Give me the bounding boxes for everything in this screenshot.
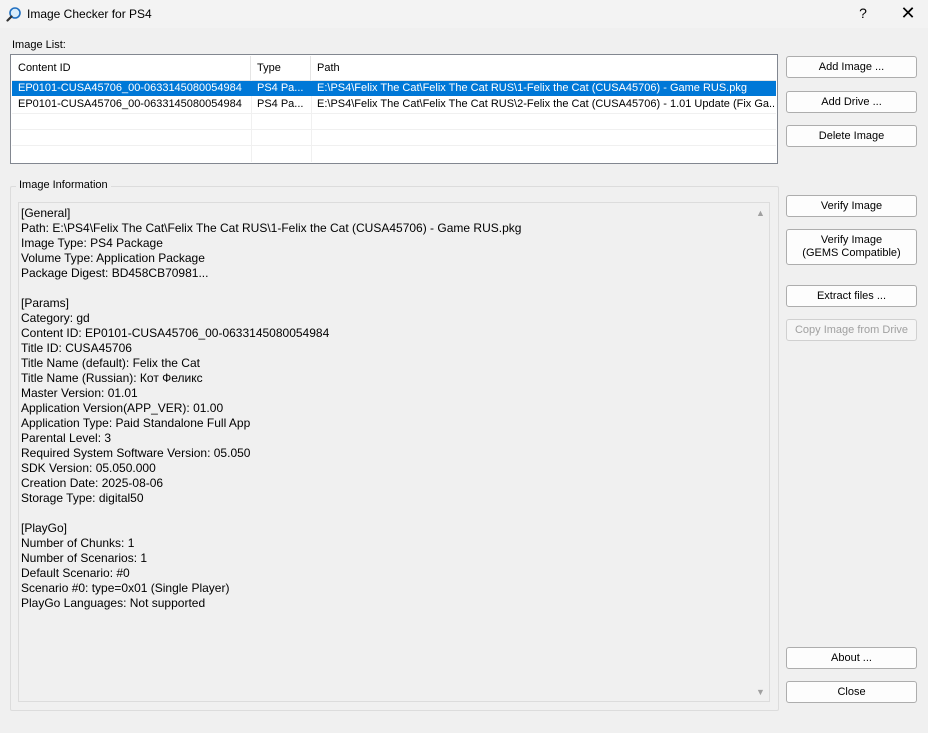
extract-files-button[interactable]: Extract files ... xyxy=(786,285,917,307)
cell-type: PS4 Pa... xyxy=(257,98,304,110)
verify-image-gems-button[interactable]: Verify Image (GEMS Compatible) xyxy=(786,229,917,265)
close-window-button[interactable]: ✕ xyxy=(888,0,928,26)
close-button[interactable]: Close xyxy=(786,681,917,703)
cell-content-id: EP0101-CUSA45706_00-0633145080054984 xyxy=(18,98,242,110)
verify-image-button[interactable]: Verify Image xyxy=(786,195,917,217)
column-header-content-id[interactable]: Content ID xyxy=(12,56,251,80)
row-divider xyxy=(12,145,776,146)
cell-path: E:\PS4\Felix The Cat\Felix The Cat RUS\2… xyxy=(317,98,774,110)
cell-path: E:\PS4\Felix The Cat\Felix The Cat RUS\1… xyxy=(317,82,747,94)
vertical-scrollbar[interactable]: ▲ ▼ xyxy=(752,203,769,701)
scroll-down-icon[interactable]: ▼ xyxy=(752,683,769,700)
delete-image-button[interactable]: Delete Image xyxy=(786,125,917,147)
table-row[interactable]: EP0101-CUSA45706_00-0633145080054984 PS4… xyxy=(12,97,776,112)
title-bar: Image Checker for PS4 ? ✕ xyxy=(0,0,928,28)
column-header-type[interactable]: Type xyxy=(251,56,311,80)
about-button[interactable]: About ... xyxy=(786,647,917,669)
image-information-text: [General] Path: E:\PS4\Felix The Cat\Fel… xyxy=(21,206,522,610)
window-title: Image Checker for PS4 xyxy=(27,7,152,21)
row-divider xyxy=(12,129,776,130)
add-image-button[interactable]: Add Image ... xyxy=(786,56,917,78)
column-header-path[interactable]: Path xyxy=(311,56,777,80)
verify-gems-label-line2: (GEMS Compatible) xyxy=(802,247,901,259)
cell-content-id: EP0101-CUSA45706_00-0633145080054984 xyxy=(18,82,242,94)
help-button[interactable]: ? xyxy=(843,0,883,26)
verify-gems-label-line1: Verify Image xyxy=(820,234,883,246)
image-list[interactable]: Content ID Type Path EP0101-CUSA45706_00… xyxy=(10,54,778,164)
magnifier-icon xyxy=(6,7,21,22)
cell-type: PS4 Pa... xyxy=(257,82,304,94)
image-information-label: Image Information xyxy=(16,179,111,191)
add-drive-button[interactable]: Add Drive ... xyxy=(786,91,917,113)
image-list-label: Image List: xyxy=(12,39,66,51)
row-divider xyxy=(12,113,776,114)
image-list-header: Content ID Type Path xyxy=(12,56,776,81)
copy-image-from-drive-button: Copy Image from Drive xyxy=(786,319,917,341)
scroll-up-icon[interactable]: ▲ xyxy=(752,204,769,221)
image-information-textbox[interactable]: [General] Path: E:\PS4\Felix The Cat\Fel… xyxy=(18,202,770,702)
table-row[interactable]: EP0101-CUSA45706_00-0633145080054984 PS4… xyxy=(12,81,776,96)
